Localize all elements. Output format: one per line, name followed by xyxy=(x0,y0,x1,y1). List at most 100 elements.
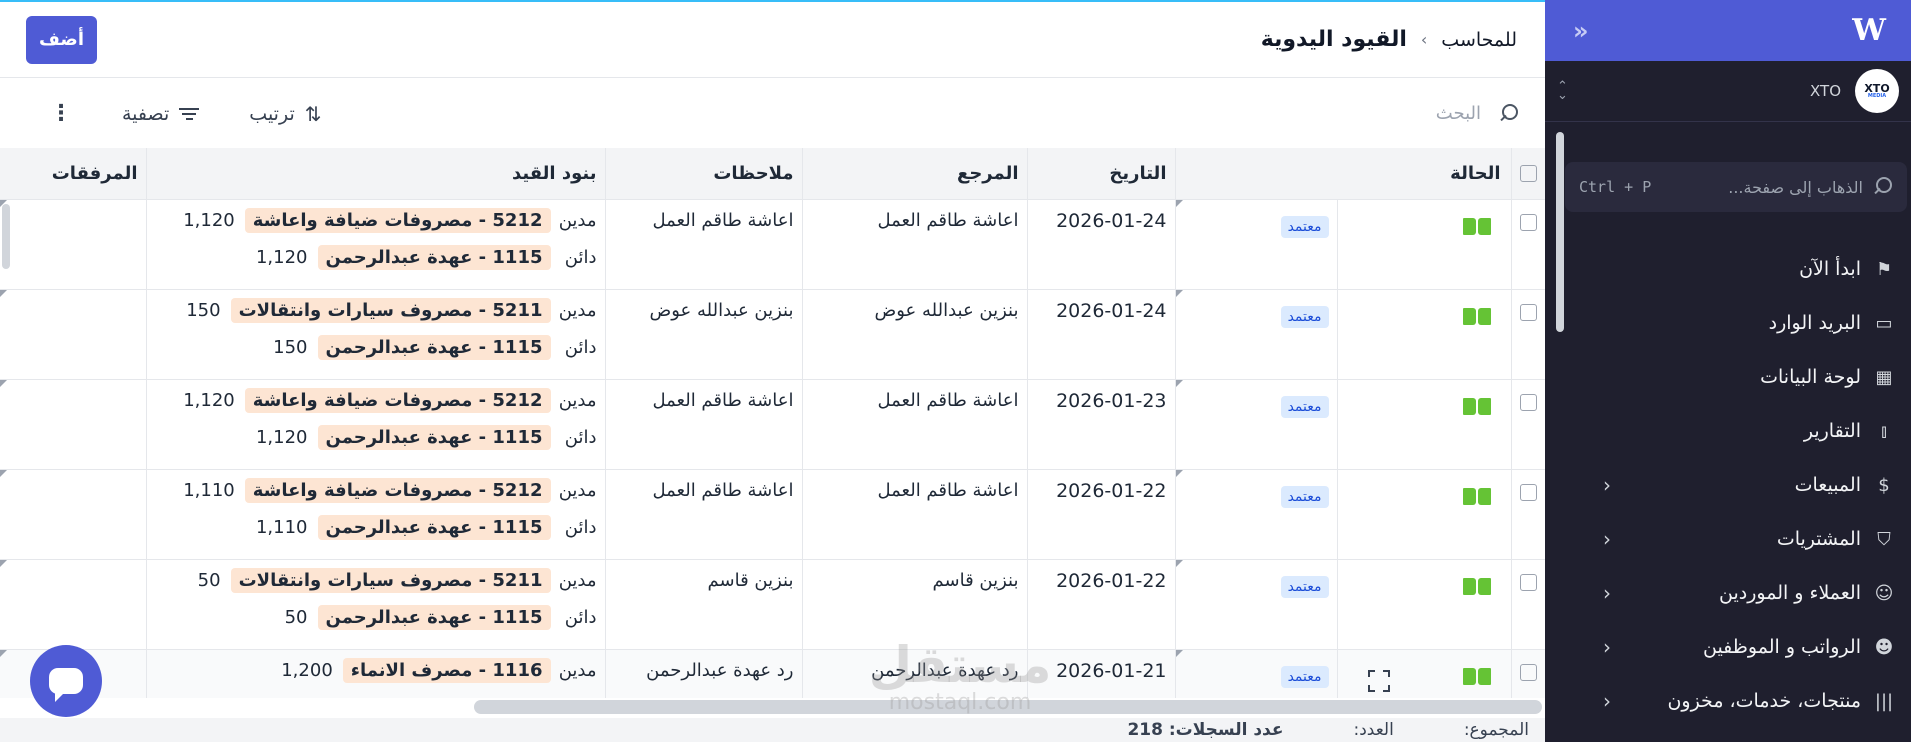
account-tag[interactable]: 1115 - عهدة عبدالرحمن xyxy=(317,424,551,450)
chevron-left-icon: ‹ xyxy=(1603,473,1611,497)
account-tag[interactable]: 5212 - مصروفات ضيافة واعاشة xyxy=(244,207,551,233)
entry-line: مدين 5211 - مصروف سيارات وانتقالات 150 xyxy=(155,292,597,329)
open-book-icon[interactable] xyxy=(1462,667,1491,685)
entry-date: 2026-01-21 xyxy=(1056,659,1167,682)
sidebar-item-1[interactable]: ▭ البريد الوارد xyxy=(1545,296,1911,350)
page-header: للمحاسب › القيود اليدوية أضف xyxy=(0,2,1545,78)
entry-type: دائن xyxy=(564,606,597,628)
entry-line: مدين 5211 - مصروف سيارات وانتقالات 50 xyxy=(155,562,597,599)
entry-type: دائن xyxy=(564,336,597,358)
brand-logo[interactable]: W xyxy=(1852,13,1886,48)
table-vertical-scrollbar[interactable] xyxy=(2,204,10,269)
column-header-reference[interactable]: المرجع xyxy=(802,148,1028,200)
status-badge: معتمد xyxy=(1280,575,1329,598)
goto-page-placeholder: الذهاب إلى صفحة... xyxy=(1728,177,1863,197)
column-header-notes[interactable]: ملاحظات xyxy=(605,148,803,200)
row-checkbox[interactable] xyxy=(1519,573,1537,591)
watermark-sub: mostaql.com xyxy=(888,690,1032,715)
sidebar-vertical-scrollbar[interactable] xyxy=(1556,132,1564,332)
status-badge: معتمد xyxy=(1280,215,1329,238)
add-button[interactable]: أضف xyxy=(26,15,97,64)
entry-amount: 150 xyxy=(186,299,221,321)
row-checkbox[interactable] xyxy=(1519,663,1537,681)
select-cell xyxy=(1511,469,1545,560)
filter-button[interactable]: تصفية xyxy=(122,103,200,125)
column-header-status[interactable]: الحالة xyxy=(1175,148,1512,200)
account-tag[interactable]: 1116 - مصرف الانماء xyxy=(342,657,551,683)
chevron-left-icon: ‹ xyxy=(1603,581,1611,605)
row-checkbox[interactable] xyxy=(1519,303,1537,321)
status-badge: معتمد xyxy=(1280,395,1329,418)
actions-cell xyxy=(1337,199,1512,290)
sidebar-item-label: العملاء و الموردين xyxy=(1719,582,1861,604)
entry-amount: 1,120 xyxy=(183,209,235,231)
goto-page-search[interactable]: الذهاب إلى صفحة... Ctrl + P xyxy=(1565,162,1907,212)
table-row[interactable]: معتمد 2026-01-22 بنزين قاسم بنزين قاسم مدين 5… xyxy=(0,559,1545,650)
entry-reference: اعاشة طاقم العمل xyxy=(877,209,1019,231)
table-row[interactable]: معتمد 2026-01-22 اعاشة طاقم العمل اعاشة طاق… xyxy=(0,469,1545,560)
company-name: XTO xyxy=(1810,82,1841,100)
sidebar-item-3[interactable]: ⫾ التقارير xyxy=(1545,404,1911,458)
column-header-date[interactable]: التاريخ xyxy=(1027,148,1176,200)
sidebar-item-0[interactable]: ⚑ ابدأ الآن xyxy=(1545,242,1911,296)
breadcrumb-parent[interactable]: للمحاسب xyxy=(1441,29,1517,51)
table-search-input[interactable]: البحث xyxy=(1436,103,1519,124)
column-header-entry-lines[interactable]: بنود القيد xyxy=(146,148,606,200)
actions-cell xyxy=(1337,379,1512,470)
entry-amount: 1,110 xyxy=(183,479,235,501)
sidebar-item-7[interactable]: ☻ الرواتب و الموظفين ‹ xyxy=(1545,620,1911,674)
account-tag[interactable]: 5211 - مصروف سيارات وانتقالات xyxy=(230,567,551,593)
open-book-icon[interactable] xyxy=(1462,397,1491,415)
select-all-checkbox[interactable] xyxy=(1519,165,1537,183)
table-row[interactable]: معتمد 2026-01-21 رد عهدة عبدالرحمن رد عهدة … xyxy=(0,649,1545,698)
company-switcher[interactable]: XTO MEDIA XTO ⌃ ⌄ xyxy=(1545,61,1911,122)
entry-line: دائن 1115 - عهدة عبدالرحمن 1,120 xyxy=(155,419,597,456)
status-cell: معتمد xyxy=(1175,559,1338,650)
more-options-icon[interactable]: ⋮ xyxy=(50,101,72,126)
actions-cell xyxy=(1337,289,1512,380)
sidebar-item-label: منتجات، خدمات، مخزون xyxy=(1667,690,1861,712)
sidebar-item-4[interactable]: $ المبيعات ‹ xyxy=(1545,458,1911,512)
row-checkbox[interactable] xyxy=(1519,483,1537,501)
search-icon xyxy=(1873,177,1893,197)
account-tag[interactable]: 5212 - مصروفات ضيافة واعاشة xyxy=(244,387,551,413)
sort-button[interactable]: ⇅ ترتيب xyxy=(249,102,321,126)
entry-notes: بنزين عبدالله عوض xyxy=(649,299,794,321)
account-tag[interactable]: 1115 - عهدة عبدالرحمن xyxy=(317,514,551,540)
account-tag[interactable]: 5212 - مصروفات ضيافة واعاشة xyxy=(244,477,551,503)
sidebar-item-2[interactable]: ▦ لوحة البيانات xyxy=(1545,350,1911,404)
account-tag[interactable]: 1115 - عهدة عبدالرحمن xyxy=(317,244,551,270)
open-book-icon[interactable] xyxy=(1462,487,1491,505)
entry-amount: 1,120 xyxy=(255,426,308,448)
chat-bubble-icon xyxy=(49,668,83,702)
sidebar-item-8[interactable]: ||| منتجات، خدمات، مخزون ‹ xyxy=(1545,674,1911,728)
notes-cell: اعاشة طاقم العمل xyxy=(605,199,803,290)
table-row[interactable]: معتمد 2026-01-24 بنزين عبدالله عوض بنزين عب… xyxy=(0,289,1545,380)
table-row[interactable]: معتمد 2026-01-24 اعاشة طاقم العمل اعاشة طاق… xyxy=(0,199,1545,290)
sidebar-item-6[interactable]: ☺ العملاء و الموردين ‹ xyxy=(1545,566,1911,620)
expand-icon[interactable] xyxy=(1367,669,1390,692)
shortcut-hint: Ctrl + P xyxy=(1579,178,1652,196)
entry-date: 2026-01-22 xyxy=(1056,479,1167,502)
open-book-icon[interactable] xyxy=(1462,577,1491,595)
sidebar-item-label: المبيعات xyxy=(1794,474,1861,496)
search-icon xyxy=(1499,103,1519,124)
sidebar-item-5[interactable]: ⛉ المشتريات ‹ xyxy=(1545,512,1911,566)
row-checkbox[interactable] xyxy=(1519,213,1537,231)
dashboard-icon: ▦ xyxy=(1875,366,1893,388)
account-tag[interactable]: 1115 - عهدة عبدالرحمن xyxy=(317,604,551,630)
journal-entries-table-wrap: الحالة التاريخ المرجع ملاحظات بنود القيد… xyxy=(0,148,1545,698)
open-book-icon[interactable] xyxy=(1462,217,1491,235)
account-tag[interactable]: 1115 - عهدة عبدالرحمن xyxy=(317,334,551,360)
entry-reference: بنزين عبدالله عوض xyxy=(874,299,1019,321)
column-header-attachments[interactable]: المرفقات xyxy=(0,148,147,200)
account-tag[interactable]: 5211 - مصروف سيارات وانتقالات xyxy=(230,297,551,323)
switch-company-icon[interactable]: ⌃ ⌄ xyxy=(1557,80,1568,102)
open-book-icon[interactable] xyxy=(1462,307,1491,325)
reference-cell: اعاشة طاقم العمل xyxy=(802,199,1028,290)
breadcrumb: للمحاسب › القيود اليدوية xyxy=(1261,27,1517,52)
row-checkbox[interactable] xyxy=(1519,393,1537,411)
table-row[interactable]: معتمد 2026-01-23 اعاشة طاقم العمل اعاشة طاق… xyxy=(0,379,1545,470)
collapse-sidebar-icon[interactable]: « xyxy=(1573,17,1588,45)
chat-button[interactable] xyxy=(30,645,102,717)
